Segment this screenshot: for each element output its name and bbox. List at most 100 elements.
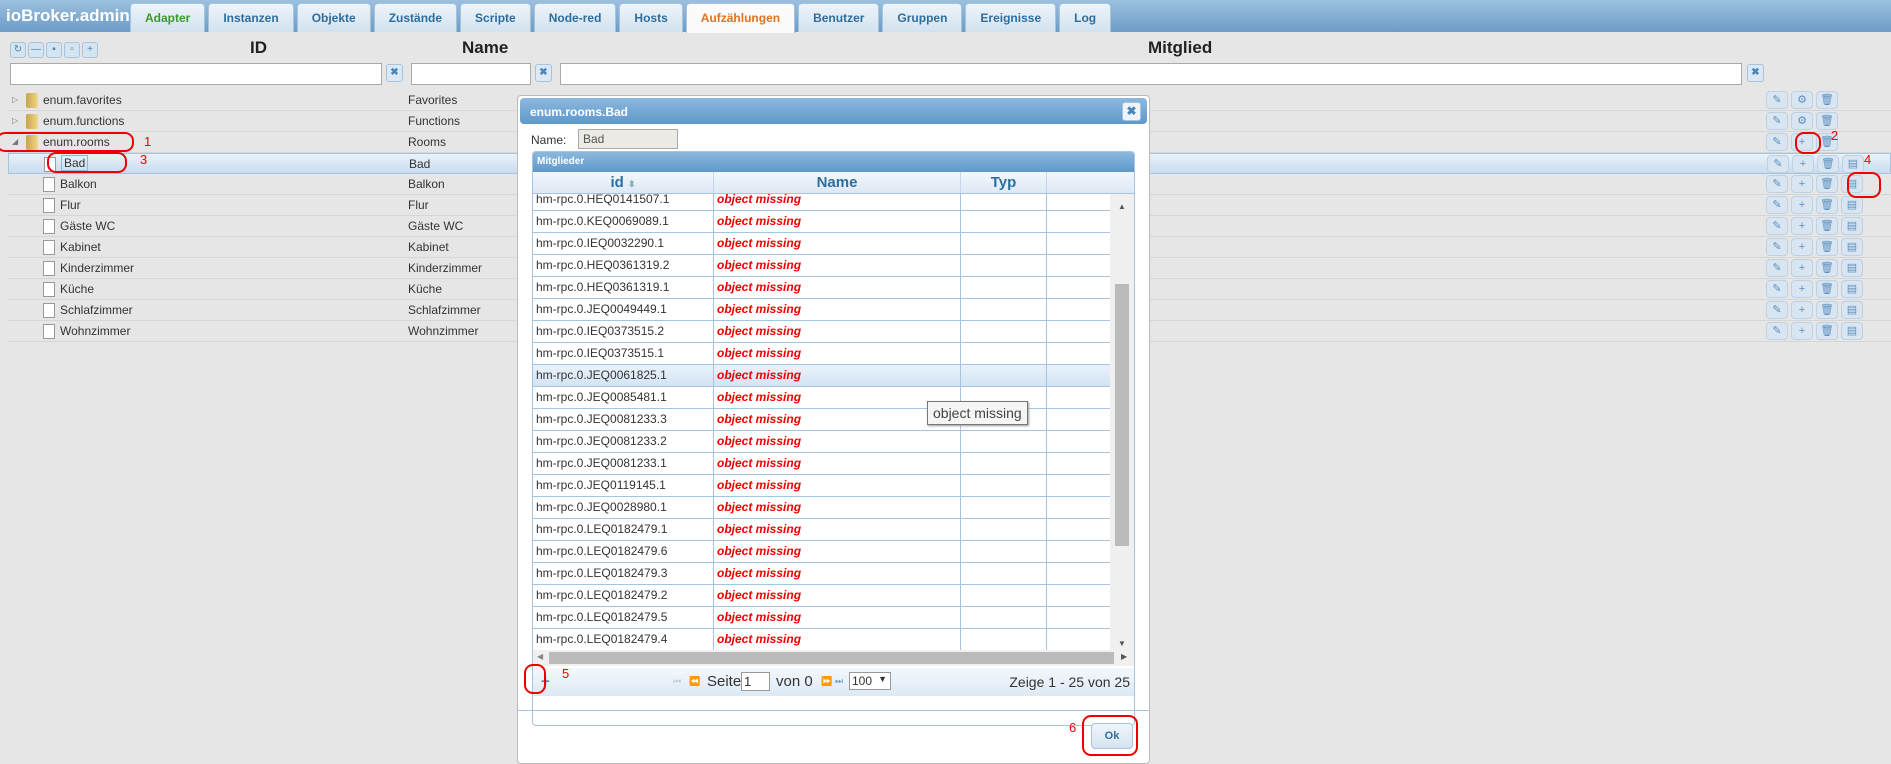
last-page-icon[interactable]: ⏭ xyxy=(835,676,843,687)
edit-icon[interactable]: ✎ xyxy=(1767,155,1789,173)
per-page-select[interactable]: 100 ▼ xyxy=(849,672,891,690)
grid-row[interactable]: hm-rpc.0.JEQ0061825.1 object missing xyxy=(533,365,1110,387)
members-list-icon[interactable]: ▤ xyxy=(1841,301,1863,319)
col-id-header[interactable]: id ⬍ xyxy=(533,172,714,193)
add-icon[interactable]: + xyxy=(1792,155,1814,173)
add-icon[interactable]: + xyxy=(1791,196,1813,214)
col-name-header[interactable]: Name xyxy=(714,172,961,193)
members-list-icon[interactable]: ▤ xyxy=(1841,196,1863,214)
close-icon[interactable]: ✖ xyxy=(1122,102,1141,121)
add-icon[interactable]: + xyxy=(1791,238,1813,256)
grid-row[interactable]: hm-rpc.0.IEQ0032290.1 object missing xyxy=(533,233,1110,255)
first-page-icon[interactable]: ⏮ xyxy=(673,676,681,687)
grid-row[interactable]: hm-rpc.0.HEQ0141507.1 object missing xyxy=(533,194,1110,211)
tab-2[interactable]: Objekte xyxy=(296,3,371,32)
tab-9[interactable]: Gruppen xyxy=(882,3,963,32)
id-filter-input[interactable] xyxy=(10,63,382,85)
add-icon[interactable]: + xyxy=(82,42,98,58)
edit-icon[interactable]: ✎ xyxy=(1766,196,1788,214)
members-list-icon[interactable]: ▤ xyxy=(1841,280,1863,298)
folder-closed-icon[interactable]: ▪ xyxy=(46,42,62,58)
grid-row[interactable]: hm-rpc.0.LEQ0182479.6 object missing xyxy=(533,541,1110,563)
edit-icon[interactable]: ✎ xyxy=(1766,91,1788,109)
trash-icon[interactable]: 🗑 xyxy=(1816,259,1838,277)
edit-icon[interactable]: ✎ xyxy=(1766,238,1788,256)
expand-toggle-icon[interactable]: ▷ xyxy=(12,116,18,125)
dialog-title-bar[interactable]: enum.rooms.Bad ✖ xyxy=(520,98,1147,124)
clear-name-filter-button[interactable]: ✖ xyxy=(535,64,552,82)
edit-icon[interactable]: ✎ xyxy=(1766,133,1788,151)
gear-icon[interactable]: ⚙ xyxy=(1791,112,1813,130)
tab-10[interactable]: Ereignisse xyxy=(965,3,1057,32)
grid-row[interactable]: hm-rpc.0.KEQ0069089.1 object missing xyxy=(533,211,1110,233)
tab-8[interactable]: Benutzer xyxy=(798,3,880,32)
add-icon[interactable]: + xyxy=(1791,175,1813,193)
grid-row[interactable]: hm-rpc.0.IEQ0373515.1 object missing xyxy=(533,343,1110,365)
collapse-icon[interactable]: — xyxy=(28,42,44,58)
members-list-icon[interactable]: ▤ xyxy=(1841,322,1863,340)
member-name: object missing xyxy=(714,321,961,342)
grid-row[interactable]: hm-rpc.0.IEQ0373515.2 object missing xyxy=(533,321,1110,343)
clear-members-filter-button[interactable]: ✖ xyxy=(1747,64,1764,82)
edit-icon[interactable]: ✎ xyxy=(1766,217,1788,235)
grid-row[interactable]: hm-rpc.0.LEQ0182479.1 object missing xyxy=(533,519,1110,541)
grid-row[interactable]: hm-rpc.0.LEQ0182479.3 object missing xyxy=(533,563,1110,585)
expand-toggle-icon[interactable]: ▷ xyxy=(12,95,18,104)
vertical-scrollbar[interactable]: ▲ ▼ xyxy=(1110,194,1134,650)
trash-icon[interactable]: 🗑 xyxy=(1816,322,1838,340)
edit-icon[interactable]: ✎ xyxy=(1766,322,1788,340)
edit-icon[interactable]: ✎ xyxy=(1766,112,1788,130)
grid-row[interactable]: hm-rpc.0.LEQ0182479.4 object missing xyxy=(533,629,1110,650)
tab-0[interactable]: Adapter xyxy=(130,3,206,32)
grid-row[interactable]: hm-rpc.0.JEQ0081233.2 object missing xyxy=(533,431,1110,453)
grid-row[interactable]: hm-rpc.0.JEQ0028980.1 object missing xyxy=(533,497,1110,519)
trash-icon[interactable]: 🗑 xyxy=(1817,155,1839,173)
name-field[interactable]: Bad xyxy=(578,129,678,149)
grid-row[interactable]: hm-rpc.0.LEQ0182479.5 object missing xyxy=(533,607,1110,629)
grid-row[interactable]: hm-rpc.0.LEQ0182479.2 object missing xyxy=(533,585,1110,607)
trash-icon[interactable]: 🗑 xyxy=(1816,91,1838,109)
grid-row[interactable]: hm-rpc.0.JEQ0081233.1 object missing xyxy=(533,453,1110,475)
grid-row[interactable]: hm-rpc.0.JEQ0119145.1 object missing xyxy=(533,475,1110,497)
members-filter-input[interactable] xyxy=(560,63,1742,85)
add-icon[interactable]: + xyxy=(1791,259,1813,277)
grid-row[interactable]: hm-rpc.0.HEQ0361319.1 object missing xyxy=(533,277,1110,299)
tab-6[interactable]: Hosts xyxy=(619,3,683,32)
prev-page-icon[interactable]: ⏪ xyxy=(689,676,700,687)
edit-icon[interactable]: ✎ xyxy=(1766,301,1788,319)
edit-icon[interactable]: ✎ xyxy=(1766,259,1788,277)
members-list-icon[interactable]: ▤ xyxy=(1841,238,1863,256)
members-list-icon[interactable]: ▤ xyxy=(1841,217,1863,235)
members-list-icon[interactable]: ▤ xyxy=(1841,259,1863,277)
trash-icon[interactable]: 🗑 xyxy=(1816,238,1838,256)
edit-icon[interactable]: ✎ xyxy=(1766,280,1788,298)
trash-icon[interactable]: 🗑 xyxy=(1816,280,1838,298)
tab-7[interactable]: Aufzählungen xyxy=(685,3,796,33)
next-page-icon[interactable]: ⏩ xyxy=(821,676,832,687)
trash-icon[interactable]: 🗑 xyxy=(1816,175,1838,193)
add-icon[interactable]: + xyxy=(1791,301,1813,319)
clear-id-filter-button[interactable]: ✖ xyxy=(386,64,403,82)
grid-row[interactable]: hm-rpc.0.HEQ0361319.2 object missing xyxy=(533,255,1110,277)
trash-icon[interactable]: 🗑 xyxy=(1816,217,1838,235)
page-input[interactable]: 1 xyxy=(741,672,770,691)
folder-open-icon[interactable]: ▫ xyxy=(64,42,80,58)
tab-1[interactable]: Instanzen xyxy=(208,3,294,32)
trash-icon[interactable]: 🗑 xyxy=(1816,196,1838,214)
name-filter-input[interactable] xyxy=(411,63,531,85)
trash-icon[interactable]: 🗑 xyxy=(1816,301,1838,319)
refresh-icon[interactable]: ↻ xyxy=(10,42,26,58)
add-icon[interactable]: + xyxy=(1791,322,1813,340)
tab-3[interactable]: Zustände xyxy=(373,3,458,32)
tab-5[interactable]: Node-red xyxy=(533,3,617,32)
gear-icon[interactable]: ⚙ xyxy=(1791,91,1813,109)
edit-icon[interactable]: ✎ xyxy=(1766,175,1788,193)
members-list-icon[interactable]: ▤ xyxy=(1842,155,1864,173)
horizontal-scrollbar[interactable]: ◀ ▶ xyxy=(533,650,1134,666)
add-icon[interactable]: + xyxy=(1791,217,1813,235)
col-typ-header[interactable]: Typ xyxy=(961,172,1047,193)
grid-row[interactable]: hm-rpc.0.JEQ0049449.1 object missing xyxy=(533,299,1110,321)
tab-4[interactable]: Scripte xyxy=(460,3,531,32)
tab-11[interactable]: Log xyxy=(1059,3,1112,32)
add-icon[interactable]: + xyxy=(1791,280,1813,298)
